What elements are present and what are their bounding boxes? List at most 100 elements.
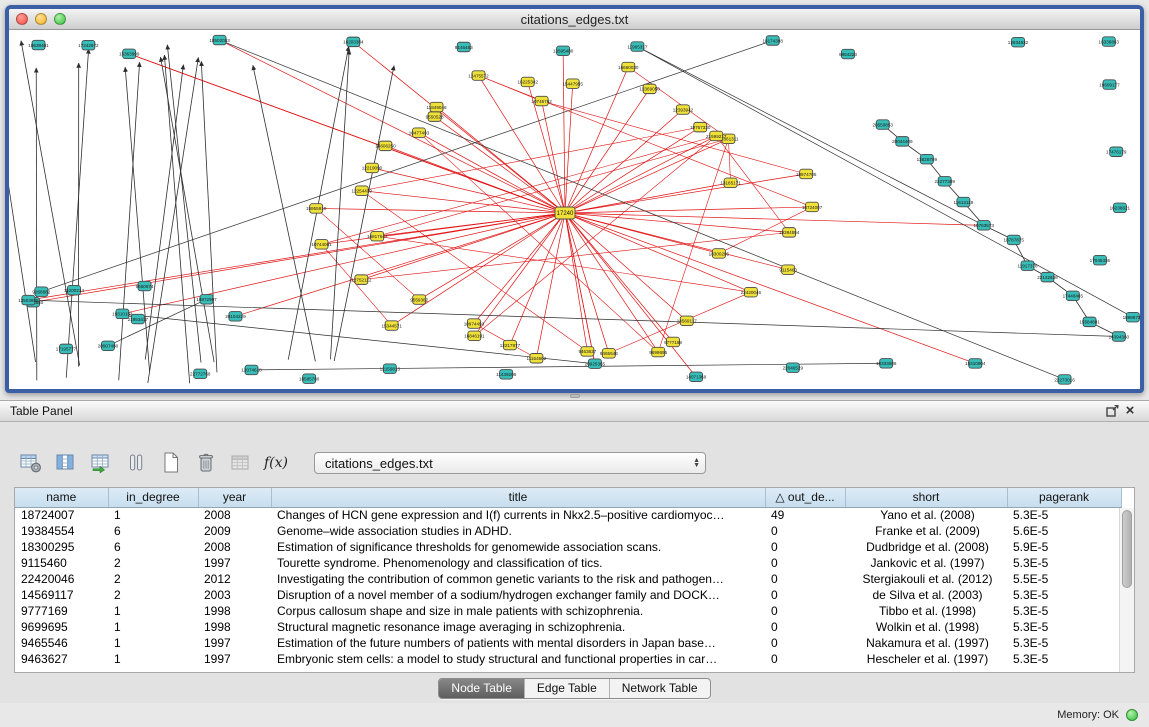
graph-node[interactable]: 12219090 [362,163,383,173]
cell-title[interactable]: Structural magnetic resonance image aver… [271,619,765,635]
graph-edge[interactable] [353,42,565,213]
cell-pagerank[interactable]: 5.3E-5 [1007,555,1121,571]
column-header-out_degree[interactable]: △ out_de... [765,488,845,507]
cell-name[interactable]: 19384554 [15,523,108,539]
graph-node[interactable]: 13595480 [553,46,574,56]
vertical-scrollbar[interactable] [1119,508,1134,672]
graph-edge[interactable] [122,213,565,314]
graph-node[interactable]: 13628709 [917,154,938,164]
graph-node[interactable]: 17240 [555,207,575,219]
cell-title[interactable]: Corpus callosum shape and size in male p… [271,603,765,619]
cell-title[interactable]: Estimation of significance thresholds fo… [271,539,765,555]
graph-edge[interactable] [479,76,565,213]
table-row[interactable]: 1938455462009Genome–wide association stu… [15,523,1121,539]
zoom-window-button[interactable] [54,13,66,25]
cell-in_degree[interactable]: 1 [108,507,198,523]
graph-node[interactable]: 10974493 [464,319,485,329]
cell-short[interactable]: Stergiakouli et al. (2012) [845,571,1007,587]
cell-out_degree[interactable]: 0 [765,555,845,571]
graph-edge[interactable] [565,213,788,270]
cell-pagerank[interactable]: 5.3E-5 [1007,507,1121,523]
table-row[interactable]: 946554611997Estimation of the future num… [15,635,1121,651]
graph-edge[interactable] [372,168,565,213]
cell-out_degree[interactable]: 0 [765,587,845,603]
graph-node[interactable]: 12752112 [351,275,372,285]
graph-node[interactable]: 11439206 [496,370,517,380]
cell-short[interactable]: Yano et al. (2008) [845,507,1007,523]
cell-pagerank[interactable]: 5.5E-5 [1007,571,1121,587]
table-settings-icon[interactable] [18,450,44,476]
cell-in_degree[interactable]: 6 [108,539,198,555]
graph-node[interactable]: 9115460 [779,265,797,275]
cell-in_degree[interactable]: 1 [108,651,198,667]
graph-edge[interactable] [419,133,565,213]
graph-node[interactable]: 17242972 [78,40,99,50]
scrollbar-thumb[interactable] [1122,510,1132,588]
cell-short[interactable]: Wolkin et al. (1998) [845,619,1007,635]
graph-edge[interactable] [377,236,751,292]
graph-node[interactable]: 9463627 [578,347,596,357]
graph-node[interactable]: 15955919 [306,204,327,214]
cell-out_degree[interactable]: 49 [765,507,845,523]
cell-title[interactable]: Genome–wide association studies in ADHD. [271,523,765,539]
cell-pagerank[interactable]: 5.6E-5 [1007,523,1121,539]
graph-node[interactable]: 20925365 [585,359,606,369]
graph-edge[interactable] [637,47,983,226]
cell-title[interactable]: Changes of HCN gene expression and I(f) … [271,507,765,523]
column-header-year[interactable]: year [198,488,271,507]
cell-short[interactable]: de Silva et al. (2003) [845,587,1007,603]
graph-node[interactable]: 12074618 [241,365,262,375]
close-panel-button[interactable]: × [1121,403,1139,419]
graph-edge[interactable] [322,244,392,325]
graph-edge[interactable] [637,47,1132,318]
cell-in_degree[interactable]: 2 [108,587,198,603]
cell-name[interactable]: 18724007 [15,507,108,523]
graph-edge[interactable] [201,61,217,372]
tab-network-table[interactable]: Network Table [609,679,710,698]
cell-pagerank[interactable]: 5.3E-5 [1007,619,1121,635]
column-header-pagerank[interactable]: pagerank [1007,488,1121,507]
tab-node-table[interactable]: Node Table [439,679,524,698]
graph-node[interactable]: 15447955 [562,79,583,89]
table-row[interactable]: 1872400712008Changes of HCN gene express… [15,507,1121,523]
graph-edge[interactable] [161,57,215,362]
graph-node[interactable]: 9146483 [455,42,473,52]
graph-edge[interactable] [392,213,565,326]
graph-node[interactable]: 14569117 [677,316,698,326]
graph-edge[interactable] [474,213,565,324]
graph-edge[interactable] [41,40,772,291]
graph-node[interactable]: 16846191 [464,331,485,341]
cell-year[interactable]: 1998 [198,619,271,635]
graph-node[interactable]: 14071369 [686,372,707,382]
cell-year[interactable]: 1998 [198,603,271,619]
graph-node[interactable]: 16238621 [1110,203,1131,213]
graph-node[interactable]: 15660030 [618,62,639,72]
graph-edge[interactable] [145,65,183,360]
table-row[interactable]: 969969511998Structural magnetic resonanc… [15,619,1121,635]
graph-node[interactable]: 18638401 [28,40,49,50]
graph-node[interactable]: 17195777 [56,344,77,354]
cell-pagerank[interactable]: 5.3E-5 [1007,587,1121,603]
table-row[interactable]: 2242004622012Investigating the contribut… [15,571,1121,587]
cell-pagerank[interactable]: 5.3E-5 [1007,603,1121,619]
graph-node[interactable]: 17476179 [1106,147,1127,157]
graph-edge[interactable] [565,213,984,225]
cell-year[interactable]: 2003 [198,587,271,603]
graph-node[interactable]: 20550853 [873,120,894,129]
graph-edge[interactable] [125,67,149,371]
graph-node[interactable]: 11917378 [1017,261,1038,271]
graph-edge[interactable] [28,300,1118,336]
graph-edge[interactable] [21,41,80,366]
graph-node[interactable]: 20044409 [892,137,913,147]
graph-edge[interactable] [148,57,199,383]
cell-name[interactable]: 9463627 [15,651,108,667]
graph-node[interactable]: 22132638 [1037,272,1058,282]
cell-title[interactable]: Tourette syndrome. Phenomenology and cla… [271,555,765,571]
graph-edge[interactable] [28,213,565,300]
graph-edge[interactable] [9,66,36,362]
cell-in_degree[interactable]: 1 [108,603,198,619]
graph-node[interactable]: 9550528 [426,112,444,122]
cell-year[interactable]: 2012 [198,571,271,587]
merge-table-icon[interactable] [228,450,254,476]
graph-edge[interactable] [330,50,349,360]
